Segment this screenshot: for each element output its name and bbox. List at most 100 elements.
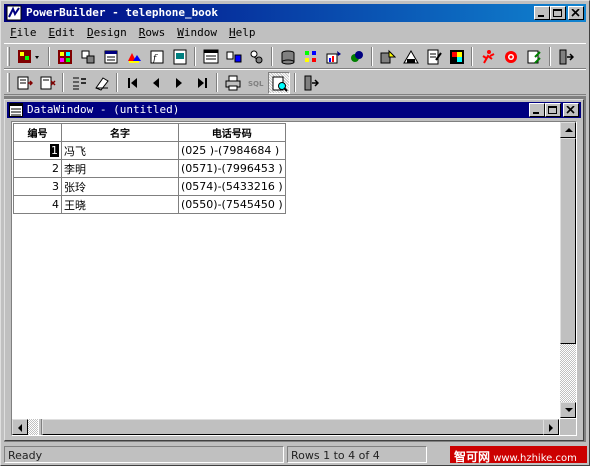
debug-button[interactable]: [477, 46, 499, 68]
cell-name[interactable]: 王晓: [61, 195, 179, 214]
next-page-icon: [176, 78, 182, 88]
menu-bar: File Edit Design Rows Window Help: [4, 24, 586, 42]
window-painter-button[interactable]: [54, 46, 76, 68]
menu-window[interactable]: Window: [171, 24, 223, 42]
project-button[interactable]: [169, 46, 191, 68]
horizontal-scroll-thumb[interactable]: [42, 419, 545, 435]
project-icon: [173, 49, 187, 65]
child-minimize-button[interactable]: [529, 103, 545, 117]
toolbar-separator: [294, 73, 296, 92]
datawindow-control[interactable]: 编号 名字 电话号码 1 冯飞 (025 )-(7984684 ) 2 李明 (…: [11, 121, 577, 436]
toolbar-grip[interactable]: [7, 73, 10, 92]
maximize-icon: [553, 9, 562, 17]
prior-page-button[interactable]: [145, 72, 167, 94]
column-header-name[interactable]: 名字: [61, 123, 179, 142]
table-row[interactable]: 2 李明 (0571)-(7996453 ): [13, 159, 286, 178]
cell-name[interactable]: 冯飞: [61, 141, 179, 160]
menu-rows[interactable]: Rows: [133, 24, 172, 42]
menu-file[interactable]: File: [4, 24, 43, 42]
datawindow-icon[interactable]: [9, 103, 23, 117]
next-page-button[interactable]: [168, 72, 190, 94]
close-button[interactable]: [568, 6, 584, 20]
toolbar-separator: [471, 47, 473, 66]
cell-phone[interactable]: (0574)-(5433216 ): [178, 177, 286, 196]
close-icon: [571, 9, 580, 17]
report-button[interactable]: [423, 46, 445, 68]
print-button[interactable]: [222, 72, 244, 94]
scroll-down-button[interactable]: [560, 402, 576, 418]
child-title-bar[interactable]: DataWindow - (untitled): [7, 102, 581, 118]
report-icon: [427, 49, 442, 65]
sort-button[interactable]: [68, 72, 90, 94]
library-painter-button[interactable]: [377, 46, 399, 68]
database-button[interactable]: [277, 46, 299, 68]
cell-id[interactable]: 2: [13, 159, 62, 178]
script-button[interactable]: [523, 46, 545, 68]
vertical-scrollbar[interactable]: [560, 122, 576, 418]
powerbuilder-app-icon[interactable]: [6, 5, 22, 21]
sql-button[interactable]: SQL: [245, 72, 267, 94]
title-bar[interactable]: PowerBuilder - telephone_book: [4, 4, 586, 22]
vertical-scroll-thumb[interactable]: [560, 138, 576, 344]
cell-id[interactable]: 1: [13, 141, 62, 160]
query-button[interactable]: [223, 46, 245, 68]
watermark-logo: 智可网 www.hzhike.com: [450, 446, 587, 464]
menu-help[interactable]: Help: [223, 24, 262, 42]
cell-phone[interactable]: (0571)-(7996453 ): [178, 159, 286, 178]
cell-phone[interactable]: (0550)-(7545450 ): [178, 195, 286, 214]
db-profile-button[interactable]: [300, 46, 322, 68]
table-row[interactable]: 3 张玲 (0574)-(5433216 ): [13, 177, 286, 196]
browser-button[interactable]: [346, 46, 368, 68]
scroll-up-button[interactable]: [560, 122, 576, 138]
header-row: 编号 名字 电话号码: [13, 123, 286, 142]
scroll-right-button[interactable]: [543, 419, 559, 435]
close-icon: [566, 106, 575, 114]
filter-button[interactable]: [91, 72, 113, 94]
run-button[interactable]: [446, 46, 468, 68]
close-preview-button[interactable]: [300, 72, 322, 94]
horizontal-scrollbar[interactable]: [12, 419, 559, 435]
cell-name[interactable]: 李明: [61, 159, 179, 178]
minimize-button[interactable]: [534, 6, 550, 20]
menu-painter-button[interactable]: [100, 46, 122, 68]
child-close-button[interactable]: [563, 103, 579, 117]
menu-design[interactable]: Design: [81, 24, 133, 42]
structure-button[interactable]: [123, 46, 145, 68]
datawindow-icon: [203, 49, 219, 64]
menu-edit[interactable]: Edit: [43, 24, 82, 42]
status-message: Ready: [4, 446, 284, 463]
menu-painter-icon: [104, 50, 118, 64]
user-object-button[interactable]: [77, 46, 99, 68]
help-button[interactable]: [500, 46, 522, 68]
prior-page-icon: [153, 78, 159, 88]
painterbar: SQL: [4, 69, 586, 95]
scroll-left-button[interactable]: [12, 419, 28, 435]
insert-row-button[interactable]: [14, 72, 36, 94]
column-header-id[interactable]: 编号: [13, 123, 62, 142]
datawindow-button[interactable]: [200, 46, 222, 68]
structure-icon: [128, 53, 141, 63]
column-header-phone[interactable]: 电话号码: [178, 123, 286, 142]
child-maximize-button[interactable]: [545, 103, 561, 117]
library-button[interactable]: [323, 46, 345, 68]
application-button[interactable]: [14, 46, 44, 68]
cell-id[interactable]: 4: [13, 195, 62, 214]
function-button[interactable]: f: [146, 46, 168, 68]
edit-button[interactable]: [400, 46, 422, 68]
toolbar-grip[interactable]: [7, 47, 10, 66]
last-page-button[interactable]: [191, 72, 213, 94]
preview-button[interactable]: [268, 72, 290, 94]
exit-button[interactable]: [555, 46, 577, 68]
maximize-button[interactable]: [550, 6, 566, 20]
powerbar: f: [4, 43, 586, 69]
toolbar-separator: [116, 73, 118, 92]
cell-phone[interactable]: (025 )-(7984684 ): [178, 141, 286, 160]
cell-name[interactable]: 张玲: [61, 177, 179, 196]
cell-id[interactable]: 3: [13, 177, 62, 196]
delete-row-button[interactable]: [37, 72, 59, 94]
filter-icon: [95, 77, 109, 91]
table-row[interactable]: 1 冯飞 (025 )-(7984684 ): [13, 141, 286, 160]
pipeline-button[interactable]: [246, 46, 268, 68]
table-row[interactable]: 4 王晓 (0550)-(7545450 ): [13, 195, 286, 214]
first-page-button[interactable]: [122, 72, 144, 94]
